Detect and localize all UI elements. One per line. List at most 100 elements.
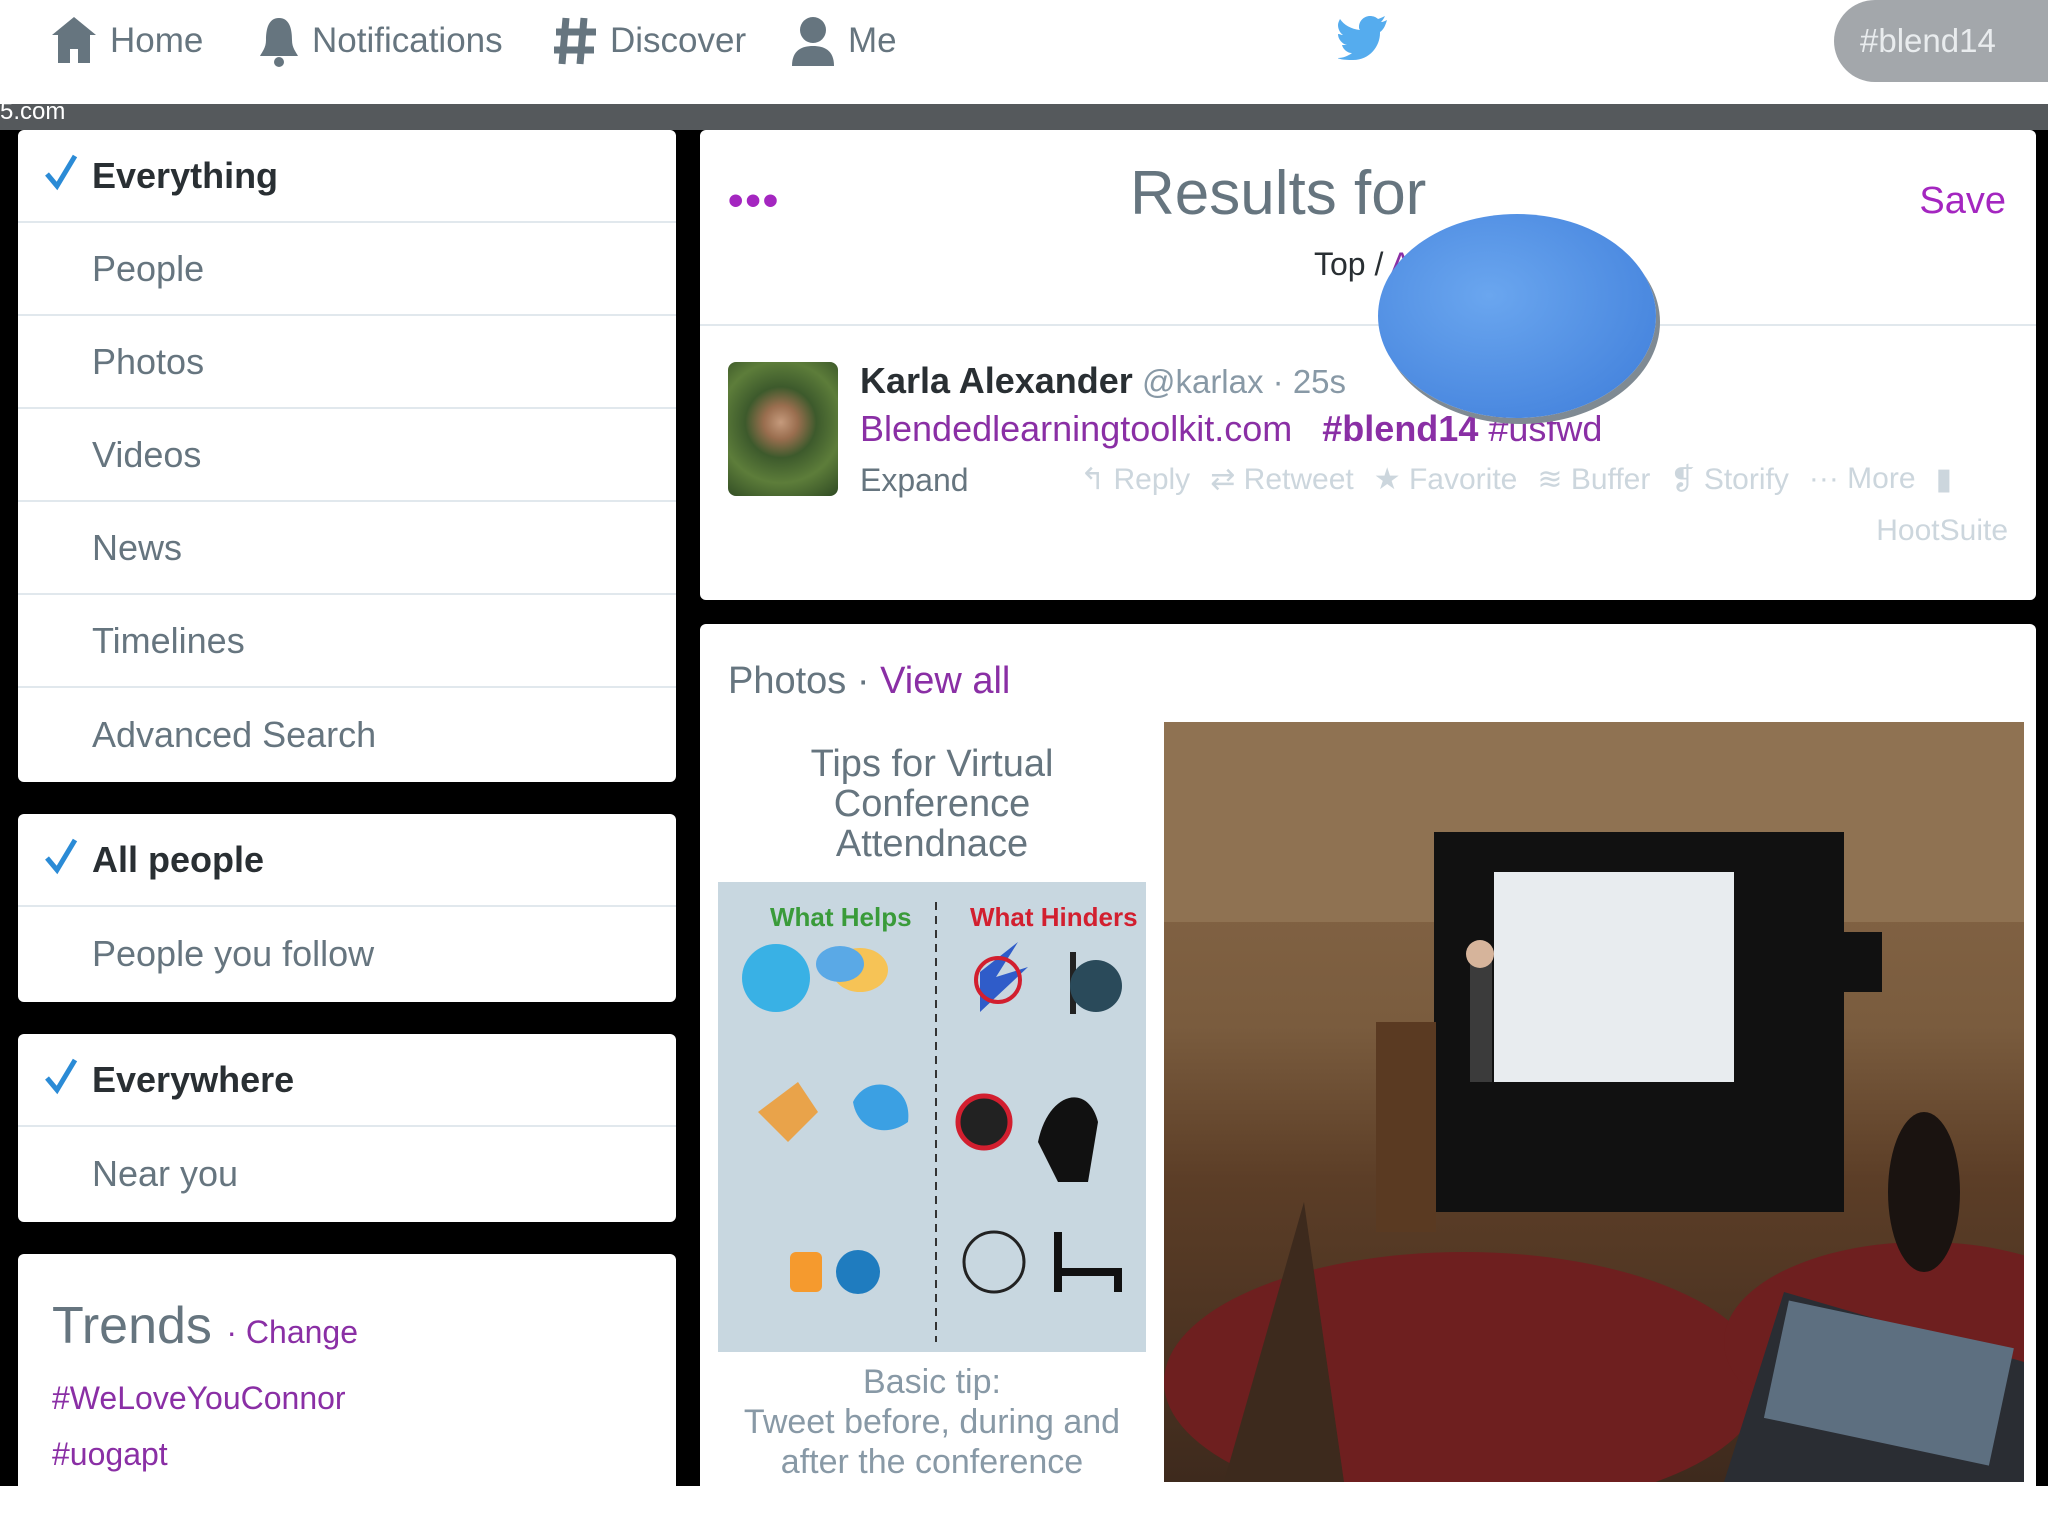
- filter-near-you[interactable]: Near you: [18, 1127, 676, 1220]
- search-input[interactable]: #blend14: [1834, 0, 2048, 82]
- favorite-button[interactable]: ★ Favorite: [1374, 462, 1518, 497]
- filter-timelines[interactable]: Timelines: [18, 595, 676, 688]
- storify-icon: ❡: [1670, 463, 1704, 496]
- conference-photo[interactable]: [1164, 722, 2024, 1482]
- tip-line: Basic tip:: [863, 1363, 1001, 1401]
- results-title: Results for: [1130, 159, 1427, 228]
- trends-change-link[interactable]: · Change: [226, 1314, 358, 1350]
- checkmark-icon: [45, 154, 78, 191]
- filter-people-you-follow[interactable]: People you follow: [18, 907, 676, 1000]
- nav-notifications-label: Notifications: [312, 21, 503, 60]
- url-fragment: 5.com: [0, 98, 66, 125]
- ellipsis-icon: ···: [1808, 462, 1848, 495]
- nav-home-label: Home: [110, 21, 204, 60]
- infographic-body[interactable]: What Helps What Hinders: [718, 882, 1146, 1352]
- reply-label: Reply: [1113, 463, 1191, 496]
- results-card: ••• Results for Top / All Save Karla Ale…: [700, 130, 2036, 600]
- nav-me-label: Me: [848, 21, 897, 60]
- nav-home[interactable]: Home: [50, 10, 203, 72]
- tip-line: after the conference: [780, 1443, 1084, 1481]
- retweet-icon: ⇄: [1210, 463, 1244, 496]
- infographic-drawing: [742, 902, 1122, 1342]
- buffer-icon: ≋: [1537, 463, 1571, 496]
- top-nav: Home Notifications Discover Me #blend14: [0, 0, 2048, 104]
- photos-card: Photos · View all Tips for Virtual Confe…: [700, 624, 2036, 1504]
- nav-discover-label: Discover: [610, 21, 747, 60]
- results-separator: /: [1365, 246, 1391, 282]
- photos-separator: ·: [846, 660, 881, 702]
- trends-card: Trends · Change #WeLoveYouConnor #uogapt: [18, 1254, 676, 1504]
- filter-label: Videos: [92, 433, 202, 475]
- nav-me[interactable]: Me: [790, 10, 897, 72]
- save-search-button[interactable]: Save: [1919, 180, 2006, 223]
- redaction-oval: [1378, 214, 1656, 418]
- filter-label: People you follow: [92, 932, 375, 974]
- advanced-search-link[interactable]: Advanced Search: [18, 688, 676, 781]
- tweet-author[interactable]: Karla Alexander: [860, 360, 1133, 401]
- filter-videos[interactable]: Videos: [18, 409, 676, 502]
- retweet-button[interactable]: ⇄ Retweet: [1210, 462, 1354, 497]
- filter-everything[interactable]: Everything: [18, 130, 676, 223]
- infographic-tip[interactable]: Basic tip: Tweet before, during and afte…: [718, 1352, 1146, 1482]
- hootsuite-button[interactable]: HootSuite: [1876, 514, 2008, 548]
- tweet-expand-link[interactable]: Expand: [860, 462, 969, 499]
- reply-icon: ↰: [1080, 463, 1114, 496]
- filter-people[interactable]: People: [18, 223, 676, 316]
- storify-label: Storify: [1703, 463, 1789, 496]
- filter-everywhere[interactable]: Everywhere: [18, 1034, 676, 1127]
- person-icon: [792, 17, 834, 66]
- hashtag-icon: [554, 17, 596, 65]
- bell-icon: [260, 18, 298, 67]
- conference-scene: [1164, 722, 2024, 1482]
- more-label: More: [1847, 462, 1916, 495]
- location-filter-card: Everywhere Near you: [18, 1034, 676, 1222]
- tweet-link[interactable]: Blendedlearningtoolkit.com: [860, 408, 1292, 449]
- filter-label: Photos: [92, 340, 205, 382]
- retweet-label: Retweet: [1243, 463, 1354, 496]
- tip-line: Tweet before, during and: [743, 1403, 1121, 1441]
- photos-heading: Photos · View all: [728, 660, 1010, 703]
- filter-label: All people: [92, 838, 265, 880]
- trends-heading: Trends · Change: [52, 1296, 358, 1356]
- filter-all-people[interactable]: All people: [18, 814, 676, 907]
- home-icon: [52, 17, 96, 63]
- results-top-link[interactable]: Top: [1314, 246, 1366, 282]
- more-button[interactable]: ··· More: [1809, 462, 1916, 497]
- star-icon: ★: [1373, 463, 1409, 496]
- filter-label: Near you: [92, 1152, 239, 1194]
- nav-notifications[interactable]: Notifications: [258, 10, 503, 72]
- buffer-button[interactable]: ≋ Buffer: [1537, 462, 1650, 497]
- favorite-label: Favorite: [1408, 463, 1518, 496]
- filter-news[interactable]: News: [18, 502, 676, 595]
- divider: [700, 324, 2036, 326]
- infographic-title-line: Attendnace: [835, 823, 1029, 865]
- trend-item[interactable]: #uogapt: [52, 1436, 168, 1473]
- tweet-actions: ↰ Reply ⇄ Retweet ★ Favorite ≋ Buffer ❡ …: [1080, 462, 1952, 497]
- storify-button[interactable]: ❡ Storify: [1670, 462, 1789, 497]
- avatar[interactable]: [728, 362, 838, 496]
- content-filter-card: Everything People Photos Videos News Tim…: [18, 130, 676, 782]
- more-options-icon[interactable]: •••: [728, 176, 780, 226]
- twitter-bird-icon[interactable]: [1338, 14, 1388, 60]
- filter-photos[interactable]: Photos: [18, 316, 676, 409]
- nav-discover[interactable]: Discover: [552, 10, 746, 72]
- trend-item[interactable]: #WeLoveYouConnor: [52, 1380, 346, 1417]
- infographic-title-line: Tips for Virtual: [810, 743, 1054, 785]
- tweet-hashtag[interactable]: #blend14: [1322, 408, 1478, 449]
- reply-button[interactable]: ↰ Reply: [1080, 462, 1190, 497]
- twitter-circle-icon: [742, 944, 810, 1012]
- infographic-title-line: Conference: [833, 783, 1031, 825]
- filter-label: Everywhere: [92, 1058, 295, 1100]
- photos-view-all-link[interactable]: View all: [880, 660, 1010, 702]
- buffer-label: Buffer: [1570, 463, 1651, 496]
- checkmark-icon: [45, 838, 78, 875]
- checkmark-icon: [45, 1058, 78, 1095]
- people-filter-card: All people People you follow: [18, 814, 676, 1002]
- hootsuite-owl-icon[interactable]: ▮: [1936, 462, 1953, 497]
- filter-label: Everything: [92, 154, 279, 196]
- filter-label: People: [92, 247, 205, 289]
- filter-label: Timelines: [92, 619, 245, 661]
- infographic-title[interactable]: Tips for Virtual Conference Attendnace: [718, 724, 1146, 884]
- browser-strip: [0, 104, 2048, 130]
- tweet-header: Karla Alexander @karlax · 25s: [860, 360, 1346, 402]
